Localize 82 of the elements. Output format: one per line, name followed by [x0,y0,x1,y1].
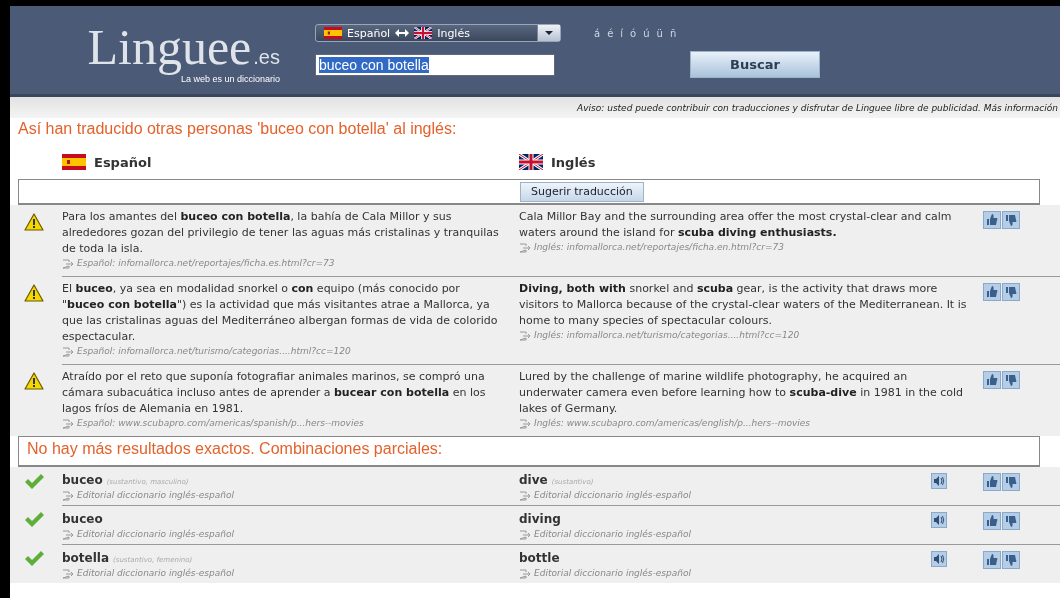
thumbs-down-icon[interactable] [1002,551,1020,569]
warning-icon [24,213,44,231]
speaker-icon[interactable] [931,512,947,528]
column-header: Español [94,154,152,170]
accent-link[interactable]: á [594,27,601,39]
source-link-icon [519,242,531,253]
accent-link[interactable]: í [620,27,624,39]
notice-text: Aviso: usted puede contribuir con traducciones y disfrutar de Linguee libre de publicidad. Más información [10,97,1060,118]
caret-icon [545,31,553,35]
results-heading: Así han traducido otras personas 'buceo con botella' al inglés: [17,119,458,139]
thumbs-up-icon[interactable] [983,473,1001,491]
column-header: Inglés [551,154,596,170]
accent-link[interactable]: é [607,27,614,39]
source-link[interactable]: Inglés: infomallorca.net/reportajes/ficha.en.html?cr=73 [534,241,784,254]
source-link-icon [62,490,74,501]
example-sentence: Lured by the challenge of marine wildlife photography, he acquired an underwater camera even before learning how to scuba-dive in 1981 in the cold lakes of Germany. [519,369,965,417]
logo-domain: .es [253,46,280,70]
source-link-icon [519,529,531,540]
checkmark-icon [24,550,45,567]
logo-wordmark[interactable]: Linguee [87,20,252,74]
checkmark-icon [24,473,45,490]
source-link[interactable]: Español: www.scubapro.com/americas/spanish/p...hers--movies [77,417,364,430]
example-sentence: El buceo, ya sea en modalidad snorkel o con equipo (más conocido por "buceo con botella") es la actividad que más visitantes atrae a Mallorca, ya que las cristalinas aguas del Mediterráneo albergan formas de vida de colorido espectacular. [62,281,499,345]
thumbs-up-icon[interactable] [983,283,1001,301]
warning-icon [24,284,44,302]
accent-link[interactable]: ñ [669,27,677,39]
thumbs-up-icon[interactable] [983,211,1001,229]
source-link[interactable]: Editorial diccionario inglés-español [534,528,691,541]
thumbs-down-icon[interactable] [1002,473,1020,491]
source-link-icon [519,568,531,579]
speaker-icon[interactable] [931,473,947,489]
accent-link[interactable]: ü [656,27,663,39]
source-link-icon [62,258,74,269]
source-link-icon [519,490,531,501]
thumbs-up-icon[interactable] [983,551,1001,569]
thumbs-down-icon[interactable] [1002,512,1020,530]
double-arrow-icon [395,29,410,37]
example-sentence: Para los amantes del buceo con botella, la bahía de Cala Millor y sus alrededores gozan del privilegio de tener las aguas más cristalinas y tranquilas de toda la isla. [62,209,500,257]
uk-flag-icon [519,154,543,170]
thumbs-up-icon[interactable] [983,371,1001,389]
dictionary-word[interactable]: buceo [62,473,103,487]
accent-link[interactable]: ú [643,27,650,39]
dictionary-word[interactable]: diving [519,512,561,526]
source-link-icon [62,346,74,357]
source-link[interactable]: Inglés: www.scubapro.com/americas/english/p...hers--movies [534,417,810,430]
speaker-icon[interactable] [931,551,947,567]
source-link[interactable]: Español: infomallorca.net/turismo/categorias....html?cc=120 [77,345,351,358]
language-dropdown[interactable]: Español Inglés [315,24,561,42]
source-link-icon [519,330,531,341]
uk-flag-icon [414,27,433,39]
thumbs-up-icon[interactable] [983,512,1001,530]
source-link[interactable]: Editorial diccionario inglés-español [534,567,691,580]
source-link[interactable]: Editorial diccionario inglés-español [77,528,234,541]
suggest-button[interactable]: Sugerir traducción [520,181,644,202]
dictionary-word[interactable]: bottle [519,551,560,565]
source-link[interactable]: Editorial diccionario inglés-español [77,567,234,580]
search-field[interactable]: buceo con botella [315,53,555,76]
logo-tagline: La web es un diccionario [180,74,280,85]
source-link-icon [62,529,74,540]
source-link-icon [519,418,531,429]
thumbs-down-icon[interactable] [1002,211,1020,229]
thumbs-down-icon[interactable] [1002,283,1020,301]
dictionary-word[interactable]: buceo [62,512,103,526]
example-sentence: Atraído por el reto que suponía fotografiar animales marinos, se compró una cámara subacuática incluso antes de aprender a bucear con botella en los lagos fríos de Alemania en 1981. [62,369,487,417]
spain-flag-icon [62,154,86,170]
example-sentence: Diving, both with snorkel and scuba gear, is the activity that draws more visitors to Mallorca because of the crystal-clear waters of the Mediterranean. It is home to many species of spectacular colours. [519,281,968,329]
warning-icon [24,372,44,390]
source-link[interactable]: Español: infomallorca.net/reportajes/ficha.es.html?cr=73 [77,257,335,270]
checkmark-icon [24,511,45,528]
partial-results-heading: No hay más resultados exactos. Combinaciones parciales: [18,436,1040,467]
source-link[interactable]: Inglés: infomallorca.net/turismo/categorias....html?cc=120 [534,329,800,342]
source-link-icon [62,568,74,579]
search-button[interactable]: Buscar [690,51,820,78]
dictionary-word[interactable]: botella [62,551,110,565]
spain-flag-icon [324,27,342,39]
accent-link[interactable]: ó [630,27,637,39]
dictionary-word[interactable]: dive [519,473,548,487]
example-sentence: Cala Millor Bay and the surrounding area offer the most crystal-clear and calm waters around the island for scuba diving enthusiasts. [519,209,953,241]
source-link[interactable]: Editorial diccionario inglés-español [77,489,234,502]
thumbs-down-icon[interactable] [1002,371,1020,389]
source-link-icon [62,418,74,429]
source-link[interactable]: Editorial diccionario inglés-español [534,489,691,502]
